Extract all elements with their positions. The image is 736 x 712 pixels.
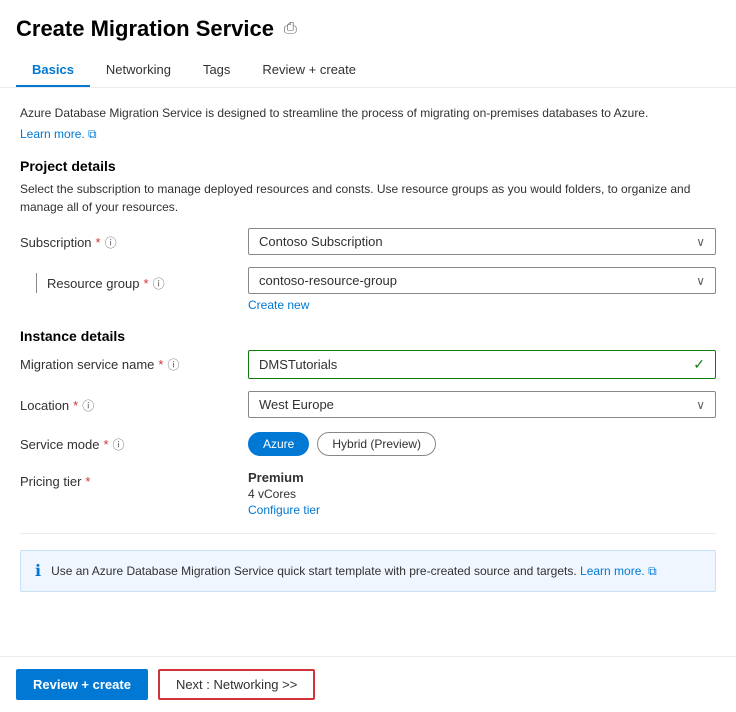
quick-start-info-icon: ℹ [35, 561, 41, 581]
subscription-chevron-icon: ∨ [696, 235, 705, 249]
subscription-label: Subscription [20, 235, 92, 250]
subscription-row: Subscription * ⓘ Contoso Subscription ∨ [20, 228, 716, 255]
section-divider [20, 533, 716, 534]
pricing-tier-label-col: Pricing tier * [20, 468, 240, 489]
migration-service-name-info-icon: ⓘ [167, 356, 179, 373]
tab-basics[interactable]: Basics [16, 54, 90, 87]
main-content: Azure Database Migration Service is desi… [0, 88, 736, 688]
next-networking-button[interactable]: Next : Networking >> [158, 669, 315, 700]
resource-group-row: Resource group * ⓘ contoso-resource-grou… [20, 267, 716, 312]
migration-service-name-row: Migration service name * ⓘ DMSTutorials … [20, 350, 716, 379]
quick-start-banner: ℹ Use an Azure Database Migration Servic… [20, 550, 716, 592]
subscription-label-col: Subscription * ⓘ [20, 228, 240, 251]
quick-start-text: Use an Azure Database Migration Service … [51, 564, 657, 579]
pricing-tier-label: Pricing tier [20, 474, 81, 489]
migration-service-name-label-col: Migration service name * ⓘ [20, 350, 240, 373]
pricing-tier-info: Premium 4 vCores Configure tier [248, 470, 716, 517]
service-mode-label: Service mode [20, 437, 99, 452]
review-create-button[interactable]: Review + create [16, 669, 148, 700]
service-mode-label-col: Service mode * ⓘ [20, 430, 240, 453]
resource-group-dropdown[interactable]: contoso-resource-group ∨ [248, 267, 716, 294]
tab-review-create[interactable]: Review + create [246, 54, 372, 87]
pricing-tier-required: * [85, 474, 90, 489]
tab-networking[interactable]: Networking [90, 54, 187, 87]
resource-group-required: * [144, 276, 149, 291]
tab-tags[interactable]: Tags [187, 54, 246, 87]
create-new-link[interactable]: Create new [248, 298, 309, 312]
quick-start-learn-more-link[interactable]: Learn more. ⧉ [580, 564, 657, 578]
configure-tier-link[interactable]: Configure tier [248, 503, 320, 517]
service-mode-hybrid-button[interactable]: Hybrid (Preview) [317, 432, 436, 456]
page-header: Create Migration Service ⎙ [0, 0, 736, 42]
migration-service-name-input[interactable]: DMSTutorials ✓ [248, 350, 716, 379]
resource-group-label-col: Resource group * ⓘ [20, 267, 240, 293]
location-dropdown[interactable]: West Europe ∨ [248, 391, 716, 418]
resource-group-chevron-icon: ∨ [696, 274, 705, 288]
subscription-required: * [96, 235, 101, 250]
migration-service-name-required: * [158, 357, 163, 372]
migration-service-name-label: Migration service name [20, 357, 154, 372]
location-label: Location [20, 398, 69, 413]
location-chevron-icon: ∨ [696, 398, 705, 412]
tab-bar: Basics Networking Tags Review + create [0, 46, 736, 88]
service-mode-info-icon: ⓘ [113, 436, 125, 453]
subscription-dropdown[interactable]: Contoso Subscription ∨ [248, 228, 716, 255]
footer: Review + create Next : Networking >> [0, 656, 736, 712]
instance-details-title: Instance details [20, 328, 716, 344]
location-required: * [73, 398, 78, 413]
migration-service-name-input-col: DMSTutorials ✓ [248, 350, 716, 379]
service-mode-toggle: Azure Hybrid (Preview) [248, 432, 716, 456]
resource-group-input-col: contoso-resource-group ∨ Create new [248, 267, 716, 312]
service-mode-input-col: Azure Hybrid (Preview) [248, 430, 716, 456]
pricing-tier-name: Premium [248, 470, 716, 485]
project-details-title: Project details [20, 158, 716, 174]
location-row: Location * ⓘ West Europe ∨ [20, 391, 716, 418]
print-icon[interactable]: ⎙ [284, 20, 297, 38]
location-label-col: Location * ⓘ [20, 391, 240, 414]
page-title: Create Migration Service [16, 16, 274, 42]
resource-group-info-icon: ⓘ [153, 275, 165, 292]
location-info-icon: ⓘ [82, 397, 94, 414]
project-details-description: Select the subscription to manage deploy… [20, 180, 716, 216]
service-mode-azure-button[interactable]: Azure [248, 432, 309, 456]
service-description: Azure Database Migration Service is desi… [20, 104, 716, 122]
migration-service-name-check-icon: ✓ [693, 356, 705, 373]
info-learn-more-link[interactable]: Learn more. ⧉ [20, 127, 97, 141]
subscription-input-col: Contoso Subscription ∨ [248, 228, 716, 255]
service-mode-row: Service mode * ⓘ Azure Hybrid (Preview) [20, 430, 716, 456]
service-mode-required: * [103, 437, 108, 452]
pricing-tier-input-col: Premium 4 vCores Configure tier [248, 468, 716, 517]
pricing-tier-cores: 4 vCores [248, 487, 716, 501]
resource-group-label: Resource group [47, 276, 140, 291]
pricing-tier-row: Pricing tier * Premium 4 vCores Configur… [20, 468, 716, 517]
location-input-col: West Europe ∨ [248, 391, 716, 418]
subscription-info-icon: ⓘ [105, 234, 117, 251]
